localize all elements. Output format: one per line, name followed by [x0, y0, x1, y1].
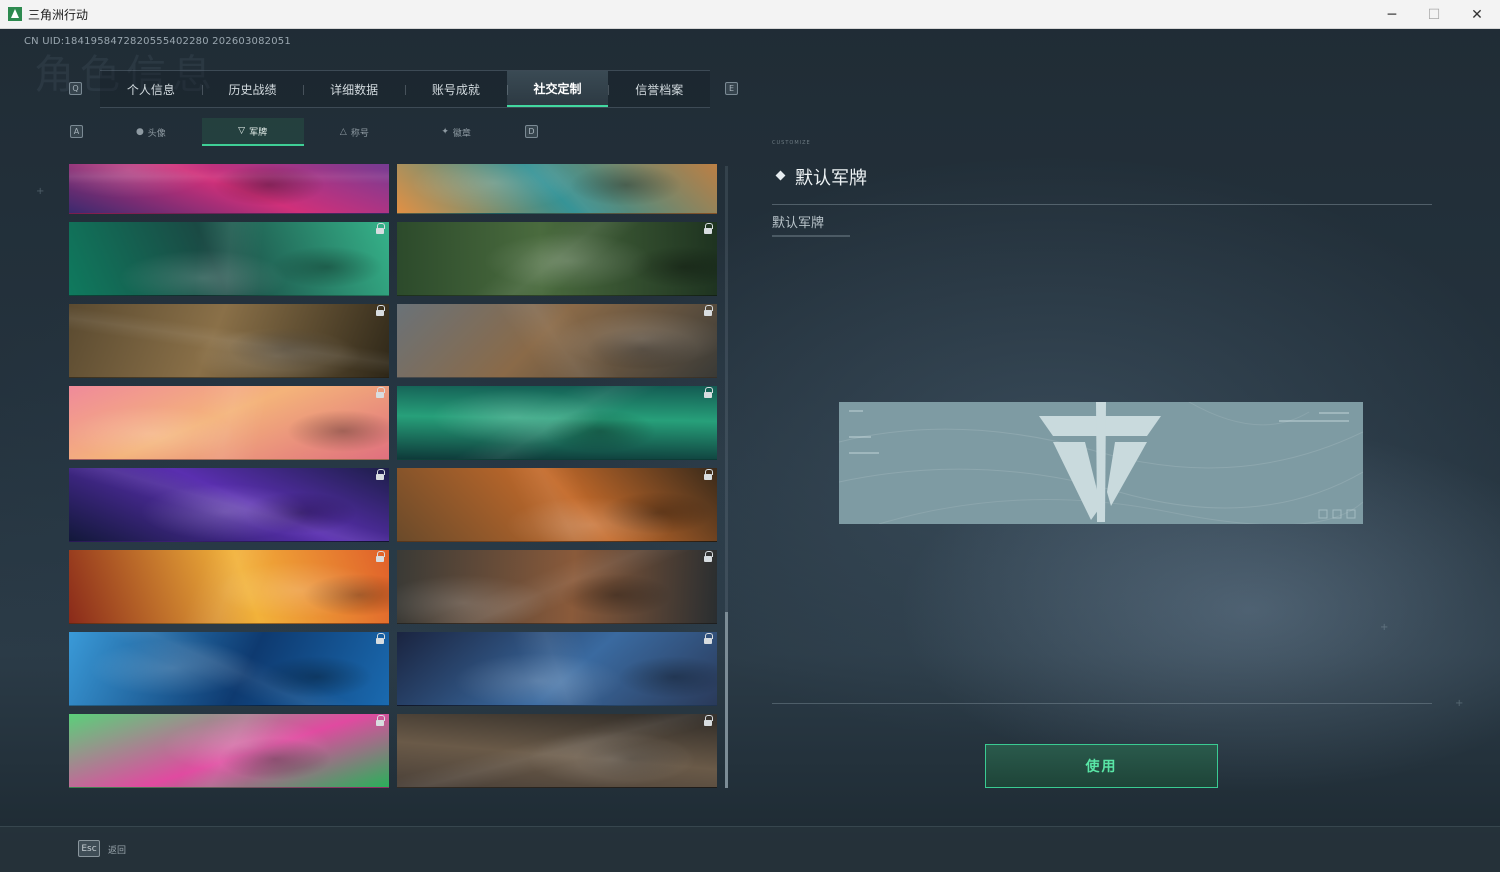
person-icon: ● — [135, 127, 144, 137]
next-subtab-key-hint: D — [525, 125, 538, 138]
lock-icon — [703, 633, 713, 646]
card-art — [397, 304, 717, 377]
card-art — [397, 386, 717, 459]
badge-card[interactable] — [397, 468, 717, 542]
badge-card[interactable] — [69, 386, 389, 460]
card-art — [69, 164, 389, 213]
lock-icon — [375, 469, 385, 482]
subtab-label: 军牌 — [249, 127, 268, 138]
minimize-button[interactable]: ─ — [1371, 0, 1413, 29]
use-button[interactable]: 使用 — [985, 744, 1218, 788]
badge-card[interactable] — [69, 304, 389, 378]
subtitle-underline — [772, 235, 850, 237]
title-bar: 三角洲行动 ─ ☐ ✕ — [0, 0, 1500, 29]
card-art — [69, 386, 389, 459]
esc-key-hint[interactable]: Esc — [78, 840, 100, 857]
diamond-bullet-icon — [775, 170, 786, 181]
detail-title: 默认军牌 — [795, 168, 867, 189]
badge-card[interactable] — [397, 386, 717, 460]
next-tab-key-hint: E — [725, 82, 738, 95]
badge-card[interactable] — [69, 222, 389, 296]
divider — [772, 204, 1432, 205]
lock-icon — [375, 387, 385, 400]
window-title: 三角洲行动 — [28, 7, 89, 22]
lock-icon — [375, 223, 385, 236]
tab-credit-record[interactable]: 信誉档案 — [608, 71, 710, 107]
lock-icon — [703, 223, 713, 236]
badge-card-grid — [69, 164, 719, 790]
tab-match-history[interactable]: 历史战绩 — [201, 71, 304, 107]
badge-card[interactable] — [397, 304, 717, 378]
main-tab-bar: 个人信息 历史战绩 详细数据 账号成就 社交定制 信誉档案 — [100, 70, 710, 108]
title-icon: △ — [339, 127, 347, 137]
lock-icon — [703, 305, 713, 318]
crosshair-icon: + — [1380, 622, 1389, 633]
badge-card[interactable] — [69, 164, 389, 214]
subtab-title[interactable]: △ 称号 — [304, 118, 406, 146]
section-tag: CUSTOMIZE — [772, 140, 811, 146]
card-art — [397, 632, 717, 705]
badge-preview — [839, 402, 1363, 524]
badge-card[interactable] — [69, 714, 389, 788]
card-art — [397, 714, 717, 787]
app-logo-icon — [8, 7, 22, 21]
badge-card[interactable] — [397, 164, 717, 214]
crosshair-icon: + — [1455, 698, 1464, 709]
badge-card[interactable] — [397, 222, 717, 296]
lock-icon — [375, 633, 385, 646]
badge-preview-art — [839, 402, 1363, 524]
card-art — [69, 304, 389, 377]
detail-subtitle: 默认军牌 — [772, 216, 825, 231]
badge-card[interactable] — [397, 550, 717, 624]
card-art — [397, 222, 717, 295]
card-art — [397, 164, 717, 213]
subtab-avatar[interactable]: ● 头像 — [100, 118, 202, 146]
lock-icon — [703, 715, 713, 728]
divider — [772, 703, 1432, 704]
prev-subtab-key-hint: A — [70, 125, 83, 138]
lock-icon — [703, 469, 713, 482]
card-art — [69, 714, 389, 787]
bottom-bar — [0, 826, 1500, 872]
close-button[interactable]: ✕ — [1456, 0, 1498, 29]
badge-card[interactable] — [69, 632, 389, 706]
tab-achievements[interactable]: 账号成就 — [405, 71, 507, 107]
badge-icon: ▽ — [238, 126, 246, 136]
maximize-button[interactable]: ☐ — [1413, 0, 1455, 29]
card-art — [69, 468, 389, 541]
back-label[interactable]: 返回 — [108, 843, 126, 856]
subtab-emblem[interactable]: ✦ 徽章 — [405, 118, 507, 146]
card-art — [69, 222, 389, 295]
tab-social-customize[interactable]: 社交定制 — [506, 71, 609, 107]
badge-card[interactable] — [69, 468, 389, 542]
card-art — [69, 632, 389, 705]
lock-icon — [375, 715, 385, 728]
uid-text: CN UID:1841958472820555402280 2026030820… — [24, 36, 291, 47]
tab-detailed-data[interactable]: 详细数据 — [303, 71, 405, 107]
card-art — [397, 468, 717, 541]
sub-tab-bar: ● 头像 ▽ 军牌 △ 称号 ✦ 徽章 — [100, 118, 507, 146]
badge-card[interactable] — [397, 714, 717, 788]
game-window: 三角洲行动 ─ ☐ ✕ 角色信息 CN UID:1841958472820555… — [0, 0, 1500, 872]
lock-icon — [375, 305, 385, 318]
subtab-badge[interactable]: ▽ 军牌 — [201, 118, 304, 146]
subtab-label: 徽章 — [452, 128, 471, 139]
lock-icon — [375, 551, 385, 564]
card-art — [69, 550, 389, 623]
emblem-icon: ✦ — [441, 127, 449, 137]
lock-icon — [703, 387, 713, 400]
badge-card[interactable] — [69, 550, 389, 624]
card-art — [397, 550, 717, 623]
subtab-label: 称号 — [350, 128, 369, 139]
prev-tab-key-hint: Q — [69, 82, 82, 95]
tab-personal-info[interactable]: 个人信息 — [100, 71, 202, 107]
crosshair-icon: + — [36, 186, 45, 197]
subtab-label: 头像 — [147, 128, 166, 139]
lock-icon — [703, 551, 713, 564]
badge-card[interactable] — [397, 632, 717, 706]
scrollbar-thumb[interactable] — [725, 612, 728, 788]
